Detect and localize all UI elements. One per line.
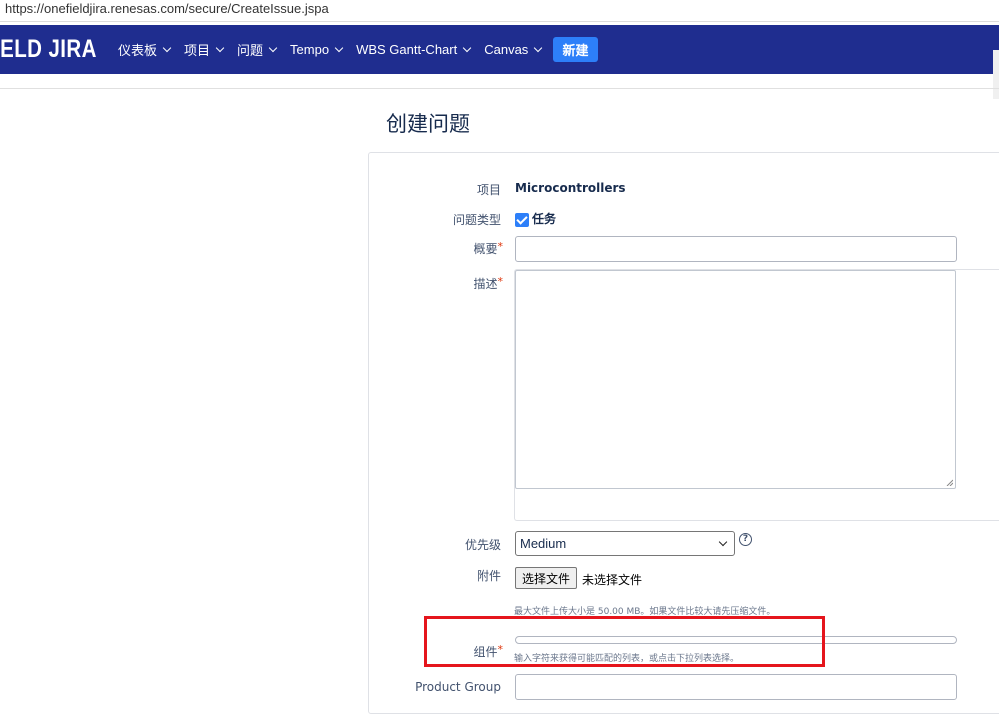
issue-type-label: 问题类型 — [452, 213, 501, 227]
nav-canvas[interactable]: Canvas — [484, 42, 543, 57]
top-navigation-bar: IELD JIRA 仪表板 项目 问题 Tempo WBS Gantt-Char… — [0, 25, 999, 99]
header-divider — [0, 88, 999, 89]
annotation-highlight-box — [424, 616, 825, 667]
nav-projects[interactable]: 项目 — [184, 40, 225, 59]
chevron-down-icon — [268, 43, 278, 53]
description-label: 描述* — [473, 275, 504, 291]
description-editor — [514, 269, 999, 521]
choose-file-button[interactable]: 选择文件 — [515, 567, 577, 589]
page-title: 创建问题 — [386, 112, 470, 136]
chevron-down-icon — [462, 43, 472, 53]
required-mark: * — [497, 240, 504, 253]
nav-issues[interactable]: 问题 — [237, 40, 278, 59]
jira-logo[interactable]: IELD JIRA — [0, 25, 97, 74]
address-bar[interactable]: https://onefieldjira.renesas.com/secure/… — [0, 0, 999, 22]
project-label: 项目 — [476, 183, 501, 197]
chevron-down-icon — [162, 43, 172, 53]
product-group-label: Product Group — [415, 680, 501, 694]
chevron-down-icon — [534, 43, 543, 53]
product-group-input[interactable] — [515, 674, 957, 700]
task-type-icon — [515, 212, 529, 227]
attachment-label: 附件 — [476, 569, 501, 583]
priority-select[interactable]: Medium — [515, 531, 735, 556]
summary-input[interactable] — [515, 236, 957, 262]
nav-menu: 仪表板 项目 问题 Tempo WBS Gantt-Chart Canvas — [118, 25, 555, 74]
project-value: Microcontrollers — [515, 181, 626, 195]
nav-wbs-gantt[interactable]: WBS Gantt-Chart — [356, 42, 472, 57]
chevron-down-icon — [215, 43, 225, 53]
description-textarea[interactable] — [515, 270, 956, 489]
issue-type-value[interactable]: 任务 — [515, 210, 556, 227]
create-issue-button[interactable]: 新建 — [553, 37, 598, 62]
summary-label: 概要* — [473, 240, 504, 256]
priority-label: 优先级 — [464, 538, 501, 552]
chevron-down-icon — [718, 537, 728, 547]
chevron-down-icon — [334, 43, 344, 53]
nav-dashboards[interactable]: 仪表板 — [118, 40, 172, 59]
help-icon[interactable]: ? — [739, 533, 752, 546]
required-mark: * — [497, 275, 504, 288]
resize-grip-icon[interactable] — [946, 479, 953, 486]
file-status-text: 未选择文件 — [582, 573, 643, 587]
nav-edge — [993, 50, 999, 99]
nav-tempo[interactable]: Tempo — [290, 42, 344, 57]
